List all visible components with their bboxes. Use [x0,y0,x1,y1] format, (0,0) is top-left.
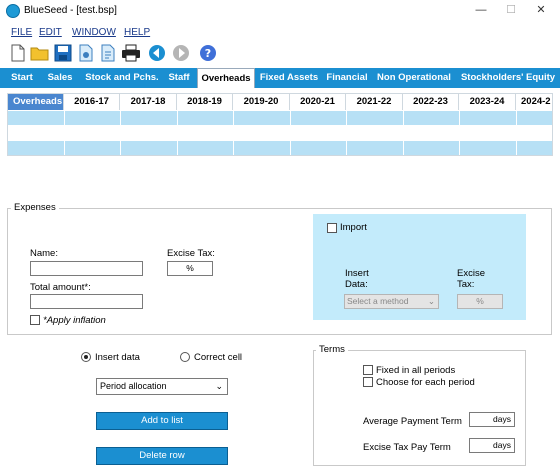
menu-help[interactable]: HELP [124,27,150,38]
chevron-down-icon: ⌄ [215,381,223,391]
help-icon[interactable]: ? [198,43,218,63]
tab-start[interactable]: Start [6,68,38,88]
expenses-group-title: Expenses [11,202,59,213]
name-input[interactable] [30,261,143,276]
grid-header-year[interactable]: 2020-21 [290,94,346,110]
grid-header-year[interactable]: 2023-24 [459,94,516,110]
grid-divider [346,110,347,155]
table-row[interactable] [8,125,552,140]
grid-header-year[interactable]: 2018-19 [177,94,233,110]
grid-divider [64,110,65,155]
tab-stockholders-equity[interactable]: Stockholders' Equity [458,68,558,88]
insert-data-radio-label: Insert data [95,352,140,363]
close-icon[interactable]: ✕ [534,3,548,17]
save-copy-icon[interactable] [76,43,96,63]
allocation-value: Period allocation [100,381,167,391]
grid-header-year[interactable]: 2022-23 [403,94,459,110]
chevron-down-icon: ⌄ [427,296,435,306]
grid-header-year[interactable]: 2017-18 [120,94,177,110]
table-row[interactable] [8,140,552,155]
add-to-list-button[interactable]: Add to list [96,412,228,430]
tab-fixed-assets[interactable]: Fixed Assets [258,68,320,88]
total-amount-input[interactable] [30,294,143,309]
svg-text:?: ? [205,47,211,60]
excise-tax-input[interactable]: % [167,261,213,276]
title-separator: - [67,5,77,16]
grid-header-year[interactable]: 2019-20 [233,94,290,110]
tab-staff[interactable]: Staff [164,68,194,88]
insert-data-label: Data: [345,279,368,290]
grid-divider [120,110,121,155]
correct-cell-radio[interactable] [180,352,190,362]
grid-header-year[interactable]: 2016-17 [64,94,120,110]
app-logo-icon [6,4,20,18]
grid-header-year[interactable]: 2021-22 [346,94,403,110]
average-payment-term-input[interactable]: days [469,412,515,427]
import-checkbox[interactable] [327,223,337,233]
delete-row-button[interactable]: Delete row [96,447,228,465]
choose-period-checkbox[interactable] [363,377,373,387]
grid-divider [403,110,404,155]
excise-tax-pay-term-input[interactable]: days [469,438,515,453]
grid-header-year[interactable]: 2024-2 [516,94,552,110]
import-excise-input[interactable]: % [457,294,503,309]
excise-tax-label: Excise Tax: [167,248,215,259]
tab-non-operational[interactable]: Non Operational [374,68,454,88]
tab-overheads[interactable]: Overheads [197,68,255,88]
fixed-periods-label: Fixed in all periods [376,365,456,376]
app-name: BlueSeed [24,5,68,16]
maximize-icon[interactable]: ☐ [504,3,518,17]
back-icon[interactable] [147,43,167,63]
open-folder-icon[interactable] [30,43,50,63]
file-name: [test.bsp] [76,5,117,16]
method-placeholder: Select a method [347,296,409,306]
total-amount-label: Total amount*: [30,282,91,293]
apply-inflation-label: *Apply inflation [43,315,106,326]
import-excise-label: Excise [457,268,485,279]
grid-divider [516,110,517,155]
table-row[interactable] [8,110,552,125]
grid-header-overheads[interactable]: Overheads [8,94,64,110]
tab-stock-and-pchs[interactable]: Stock and Pchs. [82,68,162,88]
insert-data-radio[interactable] [81,352,91,362]
choose-period-label: Choose for each period [376,377,475,388]
grid-divider [290,110,291,155]
menu-edit[interactable]: EDIT [39,27,62,38]
import-label: Import [340,222,367,233]
average-payment-term-label: Average Payment Term [363,416,462,427]
print-icon[interactable] [121,43,141,63]
title-bar: BlueSeed - [test.bsp] — ☐ ✕ [0,0,560,22]
name-label: Name: [30,248,58,259]
tab-financial[interactable]: Financial [324,68,370,88]
save-icon[interactable] [53,43,73,63]
excise-tax-pay-term-label: Excise Tax Pay Term [363,442,451,453]
new-file-icon[interactable] [8,43,28,63]
menu-file[interactable]: FILE [11,27,32,38]
apply-inflation-checkbox[interactable] [30,315,40,325]
method-select[interactable]: Select a method ⌄ [344,294,439,309]
menu-window[interactable]: WINDOW [72,27,116,38]
grid-divider [459,110,460,155]
correct-cell-radio-label: Correct cell [194,352,243,363]
data-grid[interactable]: Overheads 2016-17 2017-18 2018-19 2019-2… [7,93,553,156]
allocation-select[interactable]: Period allocation ⌄ [96,378,228,395]
minimize-icon[interactable]: — [474,3,488,17]
import-excise-label: Tax: [457,279,475,290]
grid-divider [233,110,234,155]
window-title: BlueSeed - [test.bsp] [24,5,117,16]
export-icon[interactable] [98,43,118,63]
terms-group-title: Terms [316,344,348,355]
insert-data-label: Insert [345,268,369,279]
tab-sales[interactable]: Sales [42,68,78,88]
grid-divider [177,110,178,155]
forward-icon[interactable] [171,43,191,63]
fixed-periods-checkbox[interactable] [363,365,373,375]
